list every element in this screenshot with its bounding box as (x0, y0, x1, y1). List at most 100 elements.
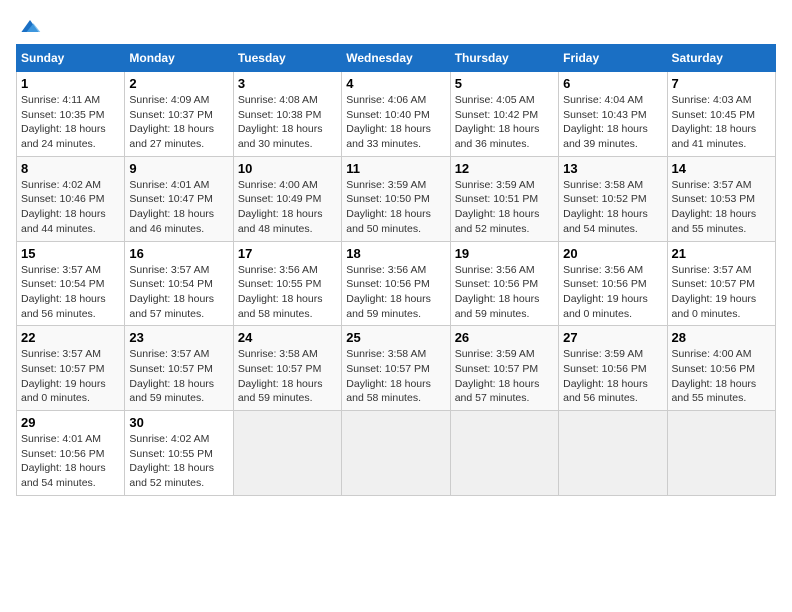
day-info: Sunrise: 4:06 AMSunset: 10:40 PMDaylight… (346, 94, 431, 150)
calendar-cell: 15 Sunrise: 3:57 AMSunset: 10:54 PMDayli… (17, 241, 125, 326)
calendar-cell: 14 Sunrise: 3:57 AMSunset: 10:53 PMDayli… (667, 156, 775, 241)
day-number: 30 (129, 415, 228, 430)
calendar-cell: 12 Sunrise: 3:59 AMSunset: 10:51 PMDayli… (450, 156, 558, 241)
day-info: Sunrise: 3:59 AMSunset: 10:56 PMDaylight… (563, 348, 648, 404)
day-info: Sunrise: 3:57 AMSunset: 10:53 PMDaylight… (672, 179, 757, 235)
day-info: Sunrise: 3:58 AMSunset: 10:52 PMDaylight… (563, 179, 648, 235)
day-info: Sunrise: 4:08 AMSunset: 10:38 PMDaylight… (238, 94, 323, 150)
calendar-cell: 6 Sunrise: 4:04 AMSunset: 10:43 PMDaylig… (559, 72, 667, 157)
day-number: 19 (455, 246, 554, 261)
day-number: 17 (238, 246, 337, 261)
day-info: Sunrise: 3:58 AMSunset: 10:57 PMDaylight… (346, 348, 431, 404)
calendar-cell (233, 411, 341, 496)
day-number: 26 (455, 330, 554, 345)
col-header-wednesday: Wednesday (342, 45, 450, 72)
calendar-cell: 8 Sunrise: 4:02 AMSunset: 10:46 PMDaylig… (17, 156, 125, 241)
day-info: Sunrise: 4:04 AMSunset: 10:43 PMDaylight… (563, 94, 648, 150)
calendar-cell: 22 Sunrise: 3:57 AMSunset: 10:57 PMDayli… (17, 326, 125, 411)
day-info: Sunrise: 3:57 AMSunset: 10:57 PMDaylight… (672, 264, 757, 320)
day-info: Sunrise: 4:11 AMSunset: 10:35 PMDaylight… (21, 94, 106, 150)
day-info: Sunrise: 4:05 AMSunset: 10:42 PMDaylight… (455, 94, 540, 150)
logo (16, 16, 42, 36)
day-number: 15 (21, 246, 120, 261)
day-info: Sunrise: 3:59 AMSunset: 10:50 PMDaylight… (346, 179, 431, 235)
calendar-cell (559, 411, 667, 496)
day-info: Sunrise: 4:00 AMSunset: 10:56 PMDaylight… (672, 348, 757, 404)
calendar-cell (450, 411, 558, 496)
col-header-friday: Friday (559, 45, 667, 72)
day-number: 6 (563, 76, 662, 91)
day-number: 20 (563, 246, 662, 261)
col-header-sunday: Sunday (17, 45, 125, 72)
calendar-cell: 19 Sunrise: 3:56 AMSunset: 10:56 PMDayli… (450, 241, 558, 326)
calendar-cell: 4 Sunrise: 4:06 AMSunset: 10:40 PMDaylig… (342, 72, 450, 157)
calendar-cell: 26 Sunrise: 3:59 AMSunset: 10:57 PMDayli… (450, 326, 558, 411)
day-info: Sunrise: 3:57 AMSunset: 10:54 PMDaylight… (21, 264, 106, 320)
day-number: 14 (672, 161, 771, 176)
day-number: 11 (346, 161, 445, 176)
calendar-cell: 29 Sunrise: 4:01 AMSunset: 10:56 PMDayli… (17, 411, 125, 496)
day-info: Sunrise: 4:00 AMSunset: 10:49 PMDaylight… (238, 179, 323, 235)
col-header-saturday: Saturday (667, 45, 775, 72)
calendar-cell: 18 Sunrise: 3:56 AMSunset: 10:56 PMDayli… (342, 241, 450, 326)
calendar-cell: 30 Sunrise: 4:02 AMSunset: 10:55 PMDayli… (125, 411, 233, 496)
day-info: Sunrise: 3:59 AMSunset: 10:51 PMDaylight… (455, 179, 540, 235)
day-info: Sunrise: 3:56 AMSunset: 10:55 PMDaylight… (238, 264, 323, 320)
col-header-thursday: Thursday (450, 45, 558, 72)
calendar-cell: 23 Sunrise: 3:57 AMSunset: 10:57 PMDayli… (125, 326, 233, 411)
calendar-cell (342, 411, 450, 496)
day-number: 28 (672, 330, 771, 345)
day-number: 5 (455, 76, 554, 91)
calendar-cell: 28 Sunrise: 4:00 AMSunset: 10:56 PMDayli… (667, 326, 775, 411)
calendar-cell: 13 Sunrise: 3:58 AMSunset: 10:52 PMDayli… (559, 156, 667, 241)
day-info: Sunrise: 4:01 AMSunset: 10:56 PMDaylight… (21, 433, 106, 489)
day-info: Sunrise: 3:56 AMSunset: 10:56 PMDaylight… (455, 264, 540, 320)
day-info: Sunrise: 3:57 AMSunset: 10:54 PMDaylight… (129, 264, 214, 320)
page-header (16, 16, 776, 36)
calendar-cell: 9 Sunrise: 4:01 AMSunset: 10:47 PMDaylig… (125, 156, 233, 241)
calendar-cell: 1 Sunrise: 4:11 AMSunset: 10:35 PMDaylig… (17, 72, 125, 157)
day-number: 22 (21, 330, 120, 345)
calendar-cell: 27 Sunrise: 3:59 AMSunset: 10:56 PMDayli… (559, 326, 667, 411)
day-info: Sunrise: 3:57 AMSunset: 10:57 PMDaylight… (21, 348, 106, 404)
calendar-cell: 7 Sunrise: 4:03 AMSunset: 10:45 PMDaylig… (667, 72, 775, 157)
day-info: Sunrise: 3:57 AMSunset: 10:57 PMDaylight… (129, 348, 214, 404)
col-header-monday: Monday (125, 45, 233, 72)
calendar-cell: 25 Sunrise: 3:58 AMSunset: 10:57 PMDayli… (342, 326, 450, 411)
day-info: Sunrise: 4:02 AMSunset: 10:46 PMDaylight… (21, 179, 106, 235)
day-info: Sunrise: 3:59 AMSunset: 10:57 PMDaylight… (455, 348, 540, 404)
day-info: Sunrise: 4:09 AMSunset: 10:37 PMDaylight… (129, 94, 214, 150)
calendar-cell: 24 Sunrise: 3:58 AMSunset: 10:57 PMDayli… (233, 326, 341, 411)
calendar-cell: 21 Sunrise: 3:57 AMSunset: 10:57 PMDayli… (667, 241, 775, 326)
calendar-table: SundayMondayTuesdayWednesdayThursdayFrid… (16, 44, 776, 496)
day-number: 12 (455, 161, 554, 176)
calendar-cell: 10 Sunrise: 4:00 AMSunset: 10:49 PMDayli… (233, 156, 341, 241)
day-info: Sunrise: 4:02 AMSunset: 10:55 PMDaylight… (129, 433, 214, 489)
calendar-cell: 16 Sunrise: 3:57 AMSunset: 10:54 PMDayli… (125, 241, 233, 326)
day-number: 9 (129, 161, 228, 176)
calendar-cell (667, 411, 775, 496)
col-header-tuesday: Tuesday (233, 45, 341, 72)
day-number: 1 (21, 76, 120, 91)
day-info: Sunrise: 4:01 AMSunset: 10:47 PMDaylight… (129, 179, 214, 235)
day-info: Sunrise: 4:03 AMSunset: 10:45 PMDaylight… (672, 94, 757, 150)
day-number: 25 (346, 330, 445, 345)
day-number: 13 (563, 161, 662, 176)
day-number: 18 (346, 246, 445, 261)
calendar-cell: 17 Sunrise: 3:56 AMSunset: 10:55 PMDayli… (233, 241, 341, 326)
day-number: 4 (346, 76, 445, 91)
day-number: 7 (672, 76, 771, 91)
calendar-cell: 5 Sunrise: 4:05 AMSunset: 10:42 PMDaylig… (450, 72, 558, 157)
day-number: 10 (238, 161, 337, 176)
calendar-cell: 11 Sunrise: 3:59 AMSunset: 10:50 PMDayli… (342, 156, 450, 241)
calendar-cell: 20 Sunrise: 3:56 AMSunset: 10:56 PMDayli… (559, 241, 667, 326)
day-number: 21 (672, 246, 771, 261)
day-number: 8 (21, 161, 120, 176)
calendar-cell: 2 Sunrise: 4:09 AMSunset: 10:37 PMDaylig… (125, 72, 233, 157)
day-number: 2 (129, 76, 228, 91)
calendar-cell: 3 Sunrise: 4:08 AMSunset: 10:38 PMDaylig… (233, 72, 341, 157)
day-number: 24 (238, 330, 337, 345)
day-number: 27 (563, 330, 662, 345)
day-number: 16 (129, 246, 228, 261)
day-number: 23 (129, 330, 228, 345)
